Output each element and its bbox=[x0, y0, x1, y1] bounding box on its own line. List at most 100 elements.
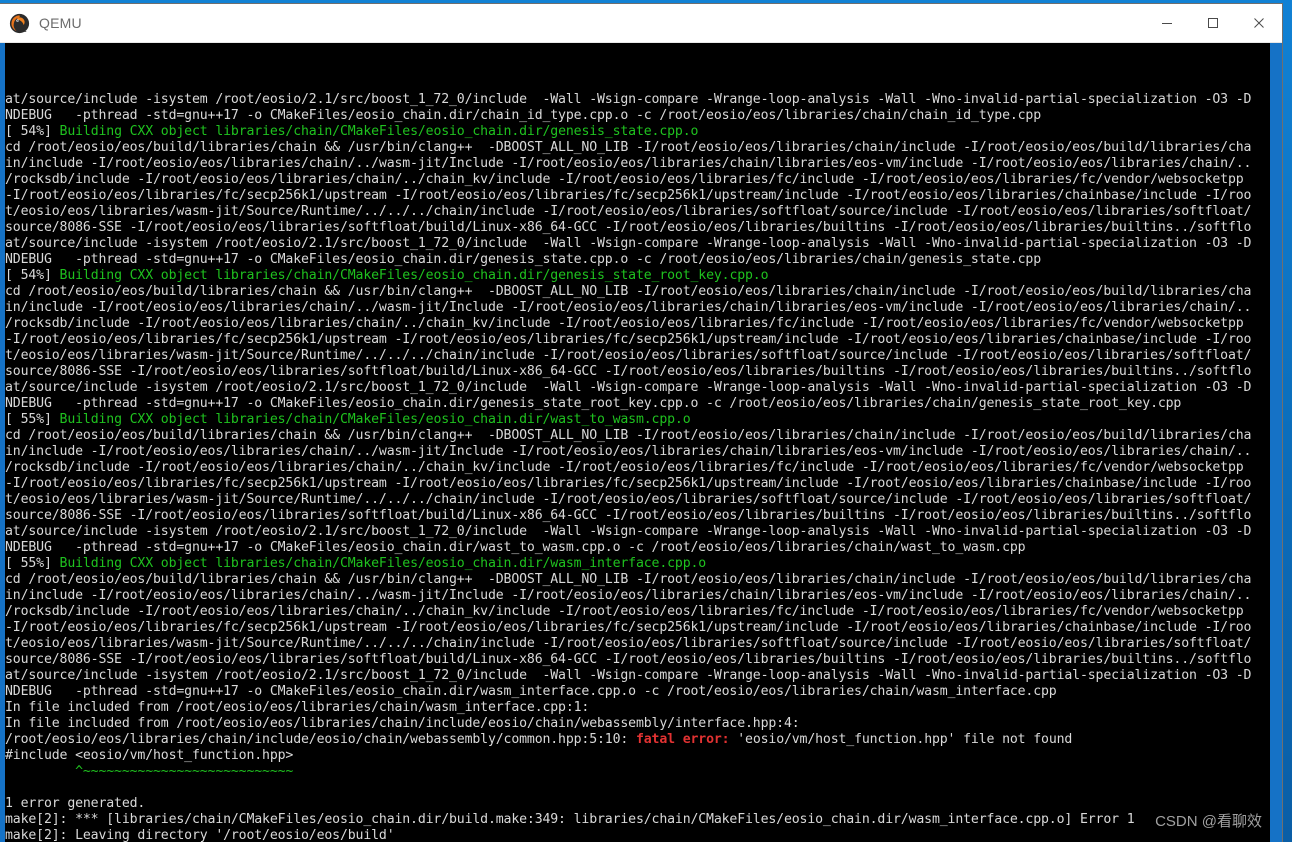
close-button[interactable] bbox=[1236, 4, 1282, 42]
terminal-text: NDEBUG -pthread -std=gnu++17 -o CMakeFil… bbox=[5, 396, 1182, 411]
terminal-text: at/source/include -isystem /root/eosio/2… bbox=[5, 92, 1252, 107]
window-titlebar: QEMU bbox=[0, 4, 1282, 43]
terminal-line: -I/root/eosio/eos/libraries/fc/secp256k1… bbox=[5, 332, 1270, 348]
terminal-text: at/source/include -isystem /root/eosio/2… bbox=[5, 524, 1252, 539]
terminal-line: [ 55%] Building CXX object libraries/cha… bbox=[5, 556, 1270, 572]
qemu-window: QEMU at/source/include -isystem /root/eo… bbox=[0, 4, 1282, 842]
terminal-line: at/source/include -isystem /root/eosio/2… bbox=[5, 380, 1270, 396]
terminal-line: cd /root/eosio/eos/build/libraries/chain… bbox=[5, 428, 1270, 444]
terminal-text: /rocksdb/include -I/root/eosio/eos/libra… bbox=[5, 460, 1244, 475]
terminal-text: -I/root/eosio/eos/libraries/fc/secp256k1… bbox=[5, 476, 1252, 491]
terminal-text: cd /root/eosio/eos/build/libraries/chain… bbox=[5, 284, 1252, 299]
terminal-line: source/8086-SSE -I/root/eosio/eos/librar… bbox=[5, 220, 1270, 236]
terminal-line: at/source/include -isystem /root/eosio/2… bbox=[5, 524, 1270, 540]
terminal-text: make[2]: Leaving directory '/root/eosio/… bbox=[5, 828, 395, 842]
maximize-icon bbox=[1207, 17, 1219, 29]
error-caret-underline: ^~~~~~~~~~~~~~~~~~~~~~~~~~~~ bbox=[5, 764, 294, 779]
terminal-text: in/include -I/root/eosio/eos/libraries/c… bbox=[5, 300, 1252, 315]
maximize-button[interactable] bbox=[1190, 4, 1236, 42]
terminal-line: make[2]: *** [libraries/chain/CMakeFiles… bbox=[5, 812, 1270, 828]
build-target-text: Building CXX object libraries/chain/CMak… bbox=[51, 556, 707, 571]
terminal-output[interactable]: at/source/include -isystem /root/eosio/2… bbox=[5, 43, 1270, 842]
terminal-text: source/8086-SSE -I/root/eosio/eos/librar… bbox=[5, 652, 1252, 667]
terminal-line: t/eosio/eos/libraries/wasm-jit/Source/Ru… bbox=[5, 348, 1270, 364]
terminal-line: NDEBUG -pthread -std=gnu++17 -o CMakeFil… bbox=[5, 540, 1270, 556]
terminal-text: source/8086-SSE -I/root/eosio/eos/librar… bbox=[5, 220, 1252, 235]
terminal-text: /rocksdb/include -I/root/eosio/eos/libra… bbox=[5, 172, 1244, 187]
fatal-error-label: fatal error: bbox=[635, 732, 730, 747]
terminal-text: in/include -I/root/eosio/eos/libraries/c… bbox=[5, 156, 1252, 171]
terminal-line: /rocksdb/include -I/root/eosio/eos/libra… bbox=[5, 460, 1270, 476]
build-progress-percent: [ 54%] bbox=[5, 268, 52, 283]
terminal-text: in/include -I/root/eosio/eos/libraries/c… bbox=[5, 588, 1252, 603]
minimize-icon bbox=[1161, 17, 1173, 29]
terminal-text: t/eosio/eos/libraries/wasm-jit/Source/Ru… bbox=[5, 204, 1252, 219]
terminal-text: cd /root/eosio/eos/build/libraries/chain… bbox=[5, 140, 1252, 155]
terminal-line: t/eosio/eos/libraries/wasm-jit/Source/Ru… bbox=[5, 492, 1270, 508]
terminal-line: cd /root/eosio/eos/build/libraries/chain… bbox=[5, 284, 1270, 300]
terminal-line: t/eosio/eos/libraries/wasm-jit/Source/Ru… bbox=[5, 204, 1270, 220]
terminal-text: source/8086-SSE -I/root/eosio/eos/librar… bbox=[5, 508, 1252, 523]
terminal-text: In file included from /root/eosio/eos/li… bbox=[5, 716, 800, 731]
terminal-line: #include <eosio/vm/host_function.hpp> bbox=[5, 748, 1270, 764]
error-message: 'eosio/vm/host_function.hpp' file not fo… bbox=[729, 732, 1073, 747]
terminal-text: /rocksdb/include -I/root/eosio/eos/libra… bbox=[5, 604, 1244, 619]
terminal-line: [ 54%] Building CXX object libraries/cha… bbox=[5, 124, 1270, 140]
terminal-line: in/include -I/root/eosio/eos/libraries/c… bbox=[5, 588, 1270, 604]
build-target-text: Building CXX object libraries/chain/CMak… bbox=[51, 268, 769, 283]
terminal-line: cd /root/eosio/eos/build/libraries/chain… bbox=[5, 140, 1270, 156]
error-location: /root/eosio/eos/libraries/chain/include/… bbox=[5, 732, 636, 747]
minimize-button[interactable] bbox=[1144, 4, 1190, 42]
terminal-line: /rocksdb/include -I/root/eosio/eos/libra… bbox=[5, 604, 1270, 620]
terminal-text: NDEBUG -pthread -std=gnu++17 -o CMakeFil… bbox=[5, 252, 1042, 267]
terminal-line: 1 error generated. bbox=[5, 796, 1270, 812]
window-title: QEMU bbox=[39, 15, 82, 31]
terminal-text: In file included from /root/eosio/eos/li… bbox=[5, 700, 590, 715]
terminal-line: -I/root/eosio/eos/libraries/fc/secp256k1… bbox=[5, 188, 1270, 204]
titlebar-drag-region[interactable] bbox=[82, 4, 1144, 42]
terminal-line: at/source/include -isystem /root/eosio/2… bbox=[5, 236, 1270, 252]
build-progress-percent: [ 54%] bbox=[5, 124, 52, 139]
terminal-line: -I/root/eosio/eos/libraries/fc/secp256k1… bbox=[5, 620, 1270, 636]
build-target-text: Building CXX object libraries/chain/CMak… bbox=[51, 412, 691, 427]
terminal-text: /rocksdb/include -I/root/eosio/eos/libra… bbox=[5, 316, 1244, 331]
terminal-line: In file included from /root/eosio/eos/li… bbox=[5, 716, 1270, 732]
terminal-text: t/eosio/eos/libraries/wasm-jit/Source/Ru… bbox=[5, 348, 1252, 363]
qemu-logo-icon bbox=[9, 13, 30, 34]
terminal-text: at/source/include -isystem /root/eosio/2… bbox=[5, 668, 1252, 683]
terminal-text: cd /root/eosio/eos/build/libraries/chain… bbox=[5, 572, 1252, 587]
terminal-line: NDEBUG -pthread -std=gnu++17 -o CMakeFil… bbox=[5, 396, 1270, 412]
terminal-line: [ 55%] Building CXX object libraries/cha… bbox=[5, 412, 1270, 428]
terminal-text: #include <eosio/vm/host_function.hpp> bbox=[5, 748, 294, 763]
window-controls bbox=[1144, 4, 1282, 42]
terminal-text: NDEBUG -pthread -std=gnu++17 -o CMakeFil… bbox=[5, 540, 1026, 555]
build-target-text: Building CXX object libraries/chain/CMak… bbox=[51, 124, 699, 139]
terminal-line: at/source/include -isystem /root/eosio/2… bbox=[5, 668, 1270, 684]
terminal-text: at/source/include -isystem /root/eosio/2… bbox=[5, 236, 1252, 251]
terminal-text: -I/root/eosio/eos/libraries/fc/secp256k1… bbox=[5, 332, 1252, 347]
terminal-line: at/source/include -isystem /root/eosio/2… bbox=[5, 92, 1270, 108]
terminal-line: in/include -I/root/eosio/eos/libraries/c… bbox=[5, 444, 1270, 460]
desktop-background: QEMU at/source/include -isystem /root/eo… bbox=[0, 0, 1292, 842]
terminal-line: in/include -I/root/eosio/eos/libraries/c… bbox=[5, 300, 1270, 316]
close-icon bbox=[1253, 17, 1265, 29]
build-progress-percent: [ 55%] bbox=[5, 412, 52, 427]
terminal-text: at/source/include -isystem /root/eosio/2… bbox=[5, 380, 1252, 395]
terminal-line: in/include -I/root/eosio/eos/libraries/c… bbox=[5, 156, 1270, 172]
terminal-line: /rocksdb/include -I/root/eosio/eos/libra… bbox=[5, 316, 1270, 332]
terminal-line: NDEBUG -pthread -std=gnu++17 -o CMakeFil… bbox=[5, 108, 1270, 124]
terminal-line: source/8086-SSE -I/root/eosio/eos/librar… bbox=[5, 364, 1270, 380]
terminal-text: t/eosio/eos/libraries/wasm-jit/Source/Ru… bbox=[5, 636, 1252, 651]
terminal-line: /root/eosio/eos/libraries/chain/include/… bbox=[5, 732, 1270, 748]
terminal-line: NDEBUG -pthread -std=gnu++17 -o CMakeFil… bbox=[5, 684, 1270, 700]
vm-console-frame: at/source/include -isystem /root/eosio/2… bbox=[0, 43, 1282, 842]
terminal-text: cd /root/eosio/eos/build/libraries/chain… bbox=[5, 428, 1252, 443]
terminal-text: 1 error generated. bbox=[5, 796, 146, 811]
terminal-text: t/eosio/eos/libraries/wasm-jit/Source/Ru… bbox=[5, 492, 1252, 507]
terminal-line: cd /root/eosio/eos/build/libraries/chain… bbox=[5, 572, 1270, 588]
terminal-text: make[2]: *** [libraries/chain/CMakeFiles… bbox=[5, 812, 1135, 827]
terminal-text: -I/root/eosio/eos/libraries/fc/secp256k1… bbox=[5, 188, 1252, 203]
terminal-line: make[2]: Leaving directory '/root/eosio/… bbox=[5, 828, 1270, 842]
terminal-line: /rocksdb/include -I/root/eosio/eos/libra… bbox=[5, 172, 1270, 188]
